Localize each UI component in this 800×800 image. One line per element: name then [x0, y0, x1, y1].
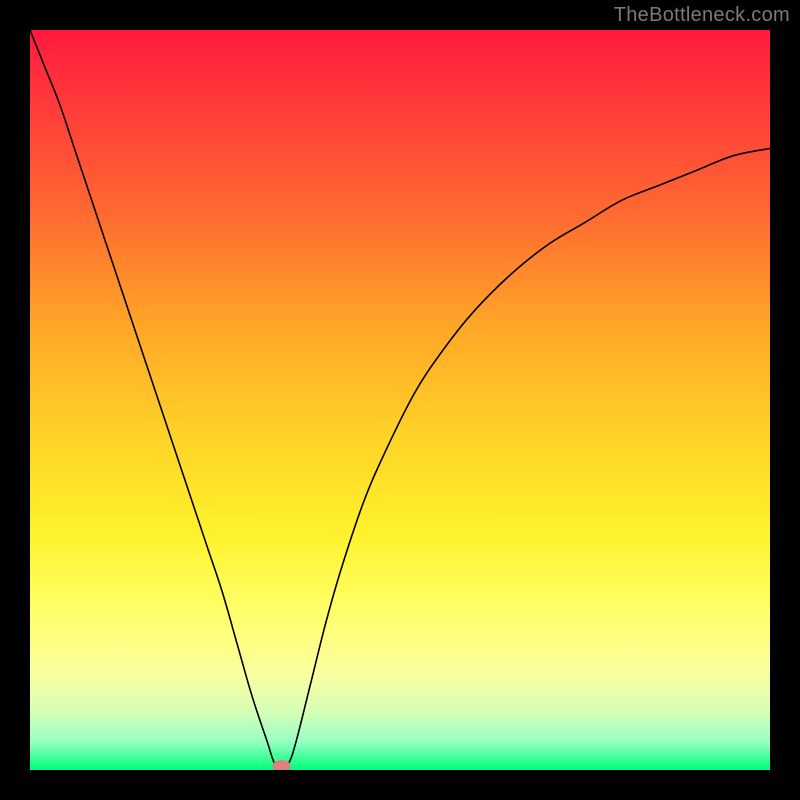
watermark-text: TheBottleneck.com — [614, 4, 790, 27]
optimal-point-marker — [273, 760, 291, 770]
chart-frame: TheBottleneck.com — [0, 0, 800, 800]
bottleneck-curve — [30, 30, 770, 770]
plot-area — [30, 30, 770, 770]
chart-svg — [30, 30, 770, 770]
